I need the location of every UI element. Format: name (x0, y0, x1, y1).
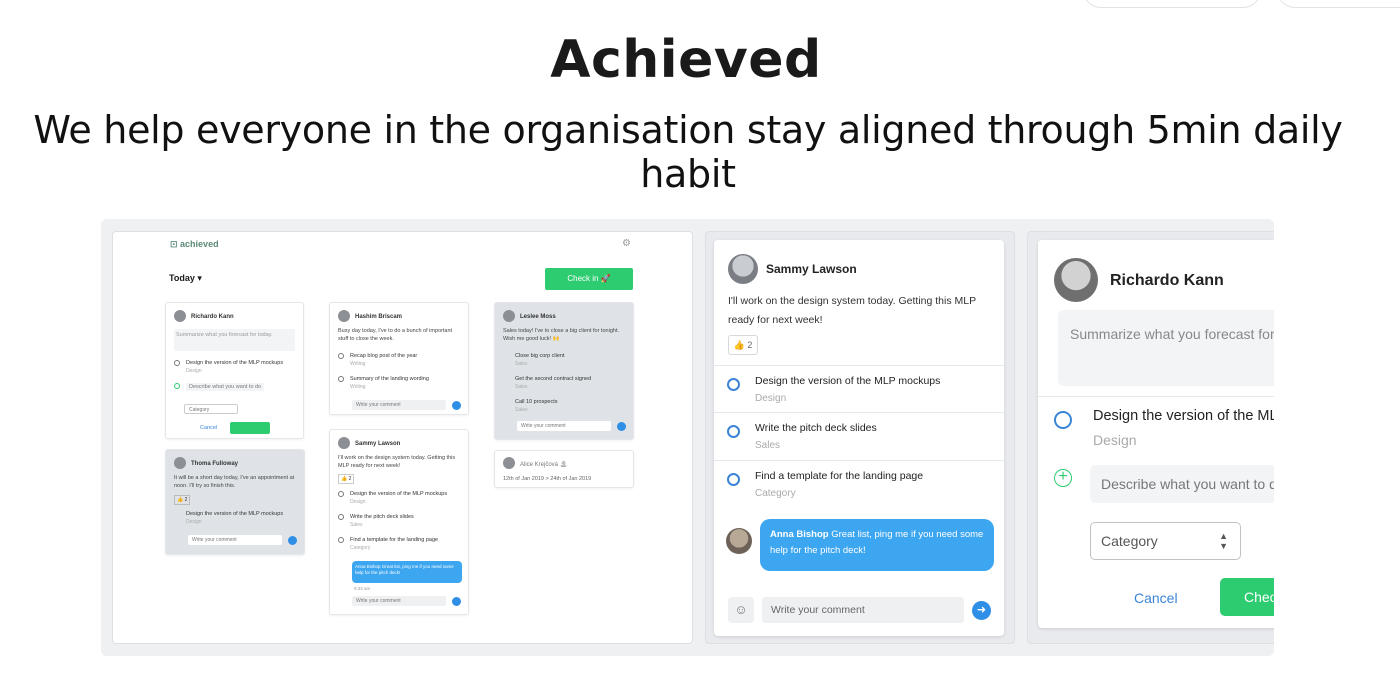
checkin-detail-card: Sammy Lawson I'll work on the design sys… (714, 240, 1004, 636)
day-selector[interactable]: Today ▾ (169, 273, 202, 284)
send-arrow-icon[interactable]: ➜ (972, 601, 991, 620)
avatar (174, 310, 186, 322)
avatar (174, 457, 186, 469)
checkin-form-card: Richardo Kann Summarize what you forecas… (1038, 240, 1274, 628)
card-name: Richardo Kann (1110, 272, 1224, 289)
comment-input[interactable]: Write your comment (188, 535, 282, 545)
checkin-card: Leslee Moss Sales today! I've to close a… (494, 302, 634, 440)
avatar (338, 310, 350, 322)
send-icon[interactable] (452, 401, 461, 410)
circle-icon[interactable] (174, 360, 180, 366)
checkin-card: Sammy Lawson I'll work on the design sys… (329, 429, 469, 615)
avatar (728, 254, 758, 284)
summary-input[interactable]: Summarize what you forecast for today. (174, 329, 295, 351)
like-badge[interactable]: 👍 2 (174, 495, 191, 505)
avatar (338, 437, 350, 449)
check-in-button-small[interactable]: Check in (230, 422, 270, 434)
comment-input[interactable]: Write your comment (352, 400, 446, 410)
list-item[interactable]: Find a template for the landing page Cat… (714, 460, 1004, 508)
dashboard-panel: ⊡ achieved ⚙ Today ▾ Check in 🚀 Richardo… (112, 231, 693, 644)
checkin-panel: Richardo Kann Summarize what you forecas… (1027, 231, 1274, 644)
product-screenshot: ⊡ achieved ⚙ Today ▾ Check in 🚀 Richardo… (101, 219, 1274, 656)
comment-input[interactable]: Write your comment (762, 597, 964, 623)
avatar (503, 310, 515, 322)
check-in-button[interactable]: Check in 🚀 (545, 268, 633, 290)
category-select[interactable]: Category ▲ ▼ (1090, 522, 1241, 560)
like-badge[interactable]: 👍 2 (728, 335, 758, 355)
card-name: Richardo Kann (191, 314, 234, 320)
checkin-form-card: Richardo Kann Summarize what you forecas… (165, 302, 304, 439)
checkin-card: Hashim Briscam Busy day today, I've to d… (329, 302, 469, 415)
detail-panel: Sammy Lawson I'll work on the design sys… (705, 231, 1015, 644)
comment-time: 9:33 am (354, 586, 371, 591)
avatar (1054, 258, 1098, 302)
checkin-card: Thoma Fulloway It will be a short day to… (165, 449, 305, 555)
check-in-button[interactable]: Check in (1220, 578, 1274, 616)
card-name: Sammy Lawson (766, 262, 857, 276)
summary-input[interactable]: Summarize what you forecast for today. (1058, 310, 1274, 386)
gear-icon[interactable]: ⚙ (622, 238, 631, 249)
describe-input[interactable]: Describe what you want to do (1090, 465, 1274, 503)
item-category: Design (1093, 432, 1137, 448)
achieved-logo: ⊡ achieved (170, 239, 219, 249)
item-title: Design the version of the MLP mockups (1093, 408, 1274, 424)
emoji-icon[interactable]: ☺ (728, 597, 754, 623)
top-button-left[interactable] (1083, 0, 1261, 8)
comment-input[interactable]: Write your comment (352, 596, 446, 606)
comment-bubble: Anna Bishop Great list, ping me if you n… (352, 561, 462, 583)
list-item[interactable]: Design the version of the MLP mockups De… (714, 365, 1004, 413)
checkin-message: I'll work on the design system today. Ge… (728, 295, 976, 326)
send-icon[interactable] (288, 536, 297, 545)
page-subtitle: We help everyone in the organisation sta… (33, 108, 1343, 196)
cancel-button[interactable]: Cancel (1134, 590, 1178, 606)
avatar (726, 528, 752, 554)
avatar (503, 457, 515, 469)
cancel-link[interactable]: Cancel (200, 425, 217, 431)
circle-icon[interactable] (727, 473, 740, 486)
comment-bubble: Anna Bishop Great list, ping me if you n… (760, 519, 994, 571)
divider (1038, 396, 1274, 397)
circle-icon[interactable] (1054, 411, 1072, 429)
plus-icon[interactable] (174, 383, 180, 389)
send-icon[interactable] (452, 597, 461, 606)
send-icon[interactable] (617, 422, 626, 431)
page-title: Achieved (550, 30, 822, 90)
circle-icon[interactable] (727, 425, 740, 438)
top-button-right[interactable] (1277, 0, 1400, 8)
plus-icon[interactable]: + (1054, 469, 1072, 487)
comment-input[interactable]: Write your comment (517, 421, 611, 431)
logo-icon: ⊡ (170, 239, 181, 249)
sort-arrows-icon: ▲ ▼ (1219, 531, 1228, 551)
vacation-card: Alice Krejčová 🏝 12th of Jan 2019 > 24th… (494, 450, 634, 488)
vacation-dates: 12th of Jan 2019 > 24th of Jan 2019 (503, 476, 592, 482)
like-badge[interactable]: 👍 2 (338, 474, 355, 484)
category-select[interactable]: Category (184, 404, 238, 414)
list-item[interactable]: Write the pitch deck slides Sales (714, 412, 1004, 460)
circle-icon[interactable] (727, 378, 740, 391)
